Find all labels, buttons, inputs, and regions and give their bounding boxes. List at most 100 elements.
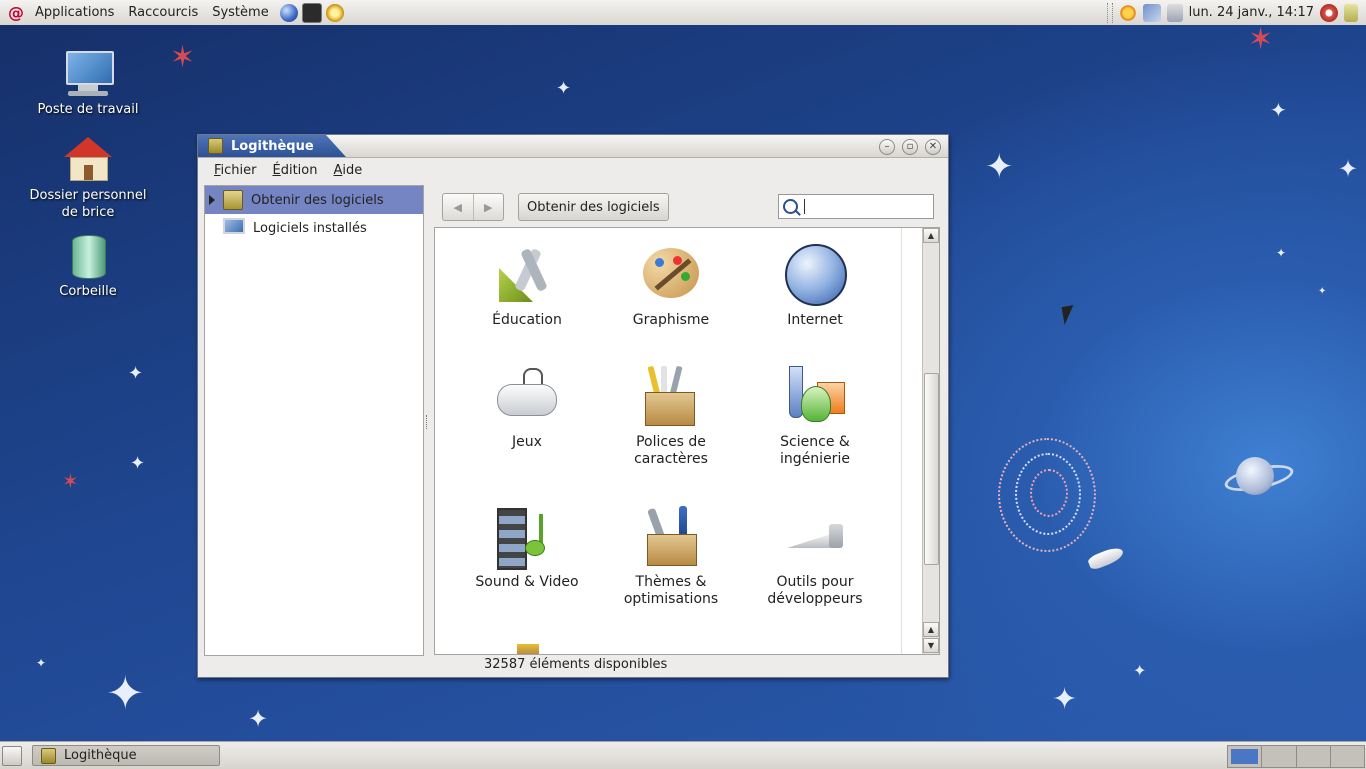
shortcuts-menu[interactable]: Raccourcis bbox=[121, 5, 205, 20]
search-input[interactable] bbox=[804, 199, 925, 214]
notification-area: lun. 24 janv., 14:17 bbox=[1106, 0, 1366, 25]
category-education[interactable]: Éducation bbox=[455, 242, 599, 329]
category-label: Outils pour développeurs bbox=[767, 574, 863, 607]
maximize-button[interactable]: ▫ bbox=[902, 139, 918, 155]
sound-video-icon bbox=[495, 504, 559, 570]
close-button[interactable]: ✕ bbox=[925, 139, 941, 155]
category-themes[interactable]: Thèmes & optimisations bbox=[599, 504, 743, 608]
battery-icon[interactable] bbox=[1166, 3, 1183, 22]
desktop-icon-label: Poste de travail bbox=[37, 102, 139, 117]
star-decoration: ✦ bbox=[248, 705, 269, 733]
scroll-up-arrow-icon[interactable]: ▲ bbox=[923, 622, 939, 637]
star-decoration: ✦ bbox=[130, 453, 146, 474]
menubar: Fichier Édition Aide bbox=[198, 158, 948, 183]
panel-handle[interactable] bbox=[1106, 2, 1113, 23]
workspace-1[interactable] bbox=[1228, 746, 1263, 767]
history-nav: ◀ ▶ bbox=[442, 193, 504, 221]
menu-mnemonic: É bbox=[272, 163, 281, 178]
vertical-scrollbar[interactable]: ▲ ▲ ▼ bbox=[922, 228, 939, 654]
menu-help[interactable]: Aide bbox=[325, 163, 370, 178]
rocket-decoration bbox=[1086, 544, 1126, 572]
scrollbar-thumb[interactable] bbox=[924, 373, 939, 565]
category-label: Éducation bbox=[492, 312, 562, 328]
taskbar-button-label: Logithèque bbox=[64, 748, 137, 763]
star-decoration: ✦ bbox=[1276, 246, 1287, 260]
science-icon bbox=[783, 364, 847, 428]
desktop-icon-home[interactable]: Dossier personnel de brice bbox=[18, 135, 158, 221]
category-label: Polices de caractères bbox=[634, 434, 708, 467]
star-decoration: ✦ bbox=[1270, 98, 1287, 122]
category-games[interactable]: Jeux bbox=[455, 364, 599, 451]
category-science[interactable]: Science & ingénierie bbox=[743, 364, 887, 468]
home-folder-icon bbox=[64, 135, 112, 183]
desktop-icon-label: Corbeille bbox=[59, 284, 117, 299]
desktop-icon-computer[interactable]: Poste de travail bbox=[18, 49, 158, 118]
get-software-icon bbox=[223, 190, 243, 210]
pane-resize-handle[interactable] bbox=[426, 415, 429, 429]
sidebar-item-get-software[interactable]: Obtenir des logiciels bbox=[205, 186, 423, 214]
category-graphics[interactable]: Graphisme bbox=[599, 242, 743, 329]
installed-software-icon bbox=[223, 218, 245, 234]
notes-icon[interactable] bbox=[1344, 3, 1358, 22]
education-icon bbox=[495, 242, 559, 306]
breadcrumb-button[interactable]: Obtenir des logiciels bbox=[518, 193, 669, 221]
games-icon bbox=[495, 364, 559, 428]
category-view: Éducation Graphisme Internet Jeux Police… bbox=[434, 227, 940, 655]
category-label: Thèmes & optimisations bbox=[623, 574, 719, 607]
trash-icon bbox=[64, 231, 112, 279]
star-decoration: ✦ bbox=[36, 656, 47, 670]
search-box[interactable] bbox=[778, 194, 934, 219]
computer-icon bbox=[64, 49, 114, 97]
terminal-icon[interactable] bbox=[301, 2, 322, 23]
scroll-up-arrow-icon[interactable]: ▲ bbox=[923, 228, 939, 243]
workspace-switcher bbox=[1227, 745, 1365, 768]
update-notifier-icon[interactable] bbox=[1118, 3, 1137, 22]
desktop-icon-trash[interactable]: Corbeille bbox=[18, 231, 158, 300]
window-title-tab[interactable]: Logithèque bbox=[198, 135, 346, 157]
power-icon[interactable] bbox=[1320, 3, 1338, 22]
category-label: Science & ingénierie bbox=[780, 434, 850, 467]
category-fonts[interactable]: Polices de caractères bbox=[599, 364, 743, 468]
menu-label: ichier bbox=[220, 163, 257, 178]
debian-logo-icon[interactable]: @ bbox=[8, 4, 24, 21]
show-desktop-button[interactable] bbox=[2, 746, 22, 766]
forward-button[interactable]: ▶ bbox=[472, 194, 504, 220]
software-center-icon bbox=[208, 138, 223, 154]
category-label: Graphisme bbox=[632, 312, 710, 328]
back-button[interactable]: ◀ bbox=[443, 194, 473, 220]
star-decoration: ✦ bbox=[1133, 661, 1147, 680]
minimize-button[interactable]: – bbox=[879, 139, 895, 155]
category-internet[interactable]: Internet bbox=[743, 242, 887, 329]
software-center-icon bbox=[41, 747, 56, 764]
toolbar: ◀ ▶ Obtenir des logiciels bbox=[434, 193, 934, 221]
help-icon[interactable] bbox=[325, 3, 344, 22]
developer-tools-icon bbox=[783, 504, 847, 568]
workspace-4[interactable] bbox=[1330, 746, 1364, 767]
taskbar-button-logitheque[interactable]: Logithèque bbox=[32, 745, 220, 766]
system-menu[interactable]: Système bbox=[205, 5, 275, 20]
network-icon[interactable] bbox=[1142, 3, 1161, 22]
web-browser-icon[interactable] bbox=[279, 3, 298, 22]
star-decoration: ✦ bbox=[106, 666, 145, 720]
menu-file[interactable]: Fichier bbox=[206, 163, 265, 178]
category-grid: Éducation Graphisme Internet Jeux Police… bbox=[455, 234, 901, 654]
applications-menu[interactable]: Applications bbox=[28, 5, 121, 20]
category-developer-tools[interactable]: Outils pour développeurs bbox=[743, 504, 887, 608]
search-icon bbox=[783, 199, 798, 214]
star-decoration: ✦ bbox=[1052, 682, 1078, 717]
workspace-2[interactable] bbox=[1262, 746, 1297, 767]
sidebar: Obtenir des logiciels Logiciels installé… bbox=[204, 185, 424, 656]
category-sound-video[interactable]: Sound & Video bbox=[455, 504, 599, 591]
sidebar-item-label: Logiciels installés bbox=[253, 220, 367, 236]
window-titlebar[interactable]: Logithèque – ▫ ✕ bbox=[198, 135, 948, 158]
graphics-icon bbox=[639, 242, 703, 306]
menu-edit[interactable]: Édition bbox=[265, 163, 326, 178]
clock[interactable]: lun. 24 janv., 14:17 bbox=[1189, 5, 1314, 20]
scroll-down-arrow-icon[interactable]: ▼ bbox=[923, 638, 939, 653]
sidebar-item-installed-software[interactable]: Logiciels installés bbox=[205, 214, 423, 242]
workspace-3[interactable] bbox=[1296, 746, 1331, 767]
category-label: Sound & Video bbox=[475, 574, 579, 590]
internet-icon bbox=[783, 242, 847, 306]
expander-arrow-icon[interactable] bbox=[209, 195, 215, 205]
desktop-icon-label: Dossier personnel de brice bbox=[29, 188, 147, 220]
